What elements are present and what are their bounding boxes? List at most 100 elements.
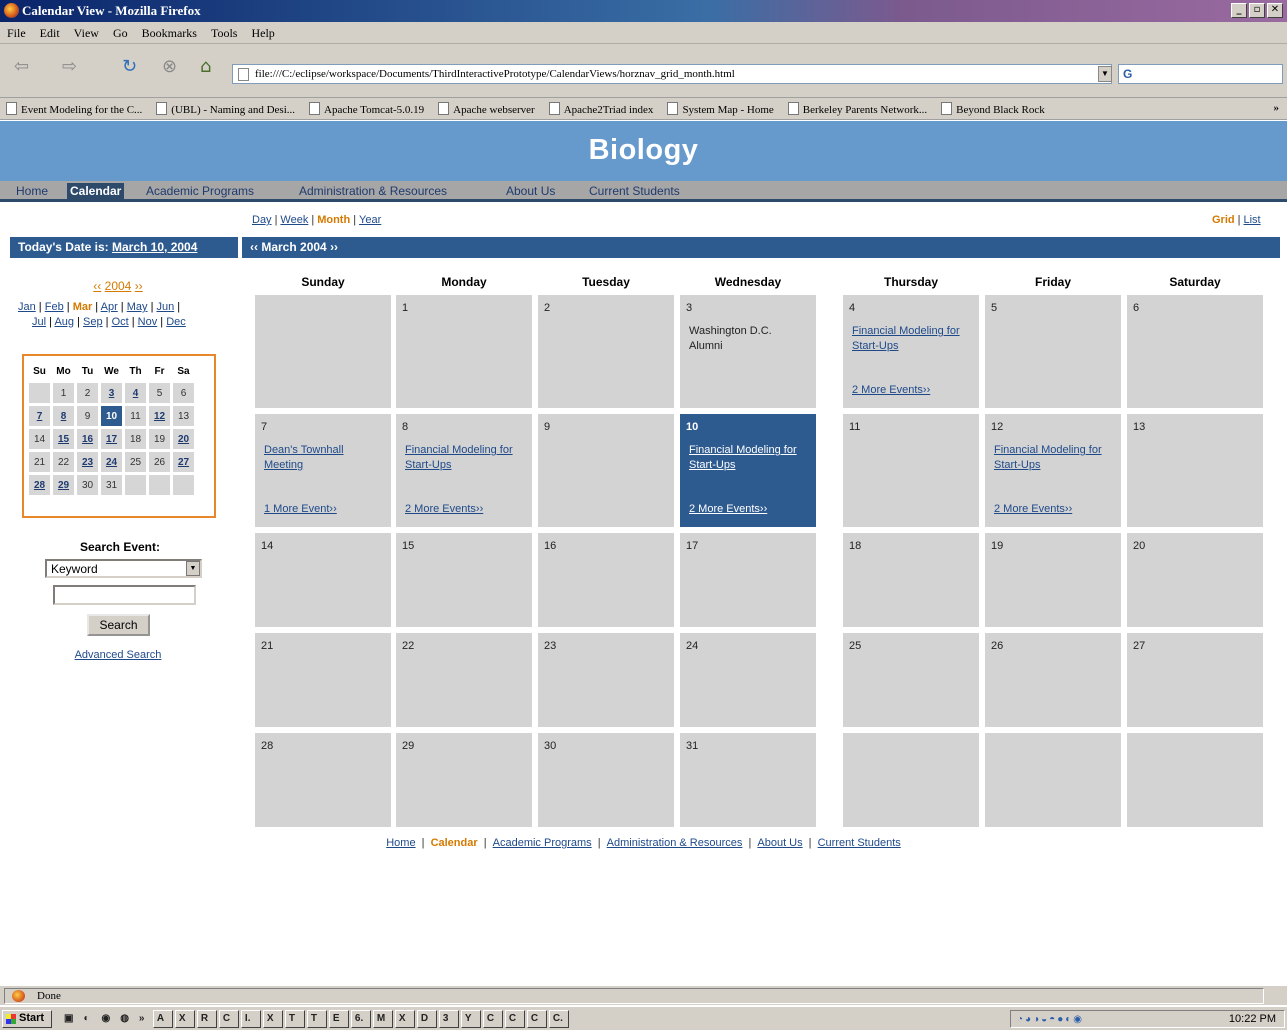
- menu-help[interactable]: Help: [244, 22, 281, 41]
- footer-link-current-students[interactable]: Current Students: [818, 837, 901, 849]
- mini-cal-day[interactable]: 13: [173, 406, 194, 426]
- taskbar-window-button[interactable]: Y: [460, 1010, 481, 1028]
- mini-cal-day-with-events[interactable]: 15: [53, 429, 74, 449]
- calendar-cell[interactable]: 26: [985, 633, 1121, 727]
- reload-icon[interactable]: ↻: [122, 56, 137, 77]
- calendar-cell[interactable]: 21: [255, 633, 391, 727]
- stop-icon[interactable]: ⊗: [162, 56, 177, 77]
- mini-cal-day[interactable]: 1: [53, 383, 74, 403]
- mini-cal-day[interactable]: 11: [125, 406, 146, 426]
- search-button[interactable]: Search: [87, 614, 150, 636]
- month-link[interactable]: Sep: [83, 316, 103, 328]
- calendar-cell[interactable]: 23: [538, 633, 674, 727]
- mini-cal-day-with-events[interactable]: 28: [29, 475, 50, 495]
- calendar-cell-today[interactable]: 10 Financial Modeling for Start-Ups 2 Mo…: [680, 414, 816, 527]
- calendar-cell[interactable]: 30: [538, 733, 674, 827]
- menu-view[interactable]: View: [67, 22, 106, 41]
- minimize-icon[interactable]: _: [1231, 3, 1247, 18]
- calendar-cell[interactable]: 17: [680, 533, 816, 627]
- view-month-link[interactable]: Month: [317, 214, 350, 226]
- view-week-link[interactable]: Week: [280, 214, 308, 226]
- list-view-link[interactable]: List: [1243, 214, 1260, 226]
- current-year[interactable]: 2004: [105, 279, 132, 293]
- taskbar-window-button[interactable]: C: [504, 1010, 525, 1028]
- bookmark-item[interactable]: Apache Tomcat-5.0.19: [303, 98, 432, 116]
- calendar-cell[interactable]: 5: [985, 295, 1121, 408]
- quicklaunch-more-icon[interactable]: »: [135, 1010, 151, 1028]
- prev-month-icon[interactable]: ‹‹: [250, 240, 258, 254]
- taskbar-window-button[interactable]: T: [284, 1010, 305, 1028]
- mini-cal-day[interactable]: 14: [29, 429, 50, 449]
- month-link[interactable]: Nov: [138, 316, 158, 328]
- advanced-search-link[interactable]: Advanced Search: [75, 649, 162, 661]
- forward-icon[interactable]: ⇨: [62, 56, 77, 77]
- menu-edit[interactable]: Edit: [33, 22, 67, 41]
- back-icon[interactable]: ⇦: [14, 56, 29, 77]
- web-search-input[interactable]: G: [1118, 64, 1283, 84]
- nav-current-students[interactable]: Current Students: [586, 183, 683, 199]
- month-link[interactable]: Jul: [32, 316, 46, 328]
- quicklaunch-ie-icon[interactable]: ◐: [79, 1010, 95, 1028]
- calendar-cell[interactable]: 25: [843, 633, 979, 727]
- taskbar-window-button[interactable]: X: [262, 1010, 283, 1028]
- mini-cal-day[interactable]: 5: [149, 383, 170, 403]
- mini-cal-day[interactable]: 19: [149, 429, 170, 449]
- mini-cal-day-with-events[interactable]: 23: [77, 452, 98, 472]
- footer-link-about-us[interactable]: About Us: [757, 837, 802, 849]
- taskbar-window-button[interactable]: C.: [548, 1010, 569, 1028]
- mini-cal-day-with-events[interactable]: 17: [101, 429, 122, 449]
- calendar-cell[interactable]: 28: [255, 733, 391, 827]
- quicklaunch-firefox-icon[interactable]: ◉: [97, 1010, 114, 1028]
- calendar-cell[interactable]: 1: [396, 295, 532, 408]
- calendar-cell[interactable]: 29: [396, 733, 532, 827]
- taskbar-window-button[interactable]: C: [526, 1010, 547, 1028]
- mini-cal-day-with-events[interactable]: 27: [173, 452, 194, 472]
- more-events-link[interactable]: 2 More Events››: [852, 384, 930, 396]
- month-link-selected[interactable]: Mar: [73, 301, 93, 313]
- home-icon[interactable]: ⌂: [200, 56, 211, 77]
- view-day-link[interactable]: Day: [252, 214, 272, 226]
- more-events-link[interactable]: 2 More Events››: [405, 503, 483, 515]
- nav-about-us[interactable]: About Us: [503, 183, 558, 199]
- mini-cal-day-with-events[interactable]: 24: [101, 452, 122, 472]
- month-link[interactable]: Jan: [18, 301, 36, 313]
- footer-link-home[interactable]: Home: [386, 837, 415, 849]
- mini-cal-day-with-events[interactable]: 20: [173, 429, 194, 449]
- maximize-icon[interactable]: ▫: [1249, 3, 1265, 18]
- more-events-link[interactable]: 1 More Event››: [264, 503, 337, 515]
- next-month-icon[interactable]: ››: [330, 240, 338, 254]
- month-link[interactable]: Aug: [54, 316, 74, 328]
- calendar-cell[interactable]: 11: [843, 414, 979, 527]
- mini-cal-day[interactable]: 2: [77, 383, 98, 403]
- calendar-cell[interactable]: 8 Financial Modeling for Start-Ups 2 Mor…: [396, 414, 532, 527]
- menu-go[interactable]: Go: [106, 22, 135, 41]
- taskbar-window-button[interactable]: R: [196, 1010, 217, 1028]
- taskbar-window-button[interactable]: T: [306, 1010, 327, 1028]
- footer-link-academic-programs[interactable]: Academic Programs: [493, 837, 592, 849]
- mini-cal-day[interactable]: 9: [77, 406, 98, 426]
- calendar-cell[interactable]: 20: [1127, 533, 1263, 627]
- search-input[interactable]: [53, 585, 196, 605]
- taskbar-window-button[interactable]: M: [372, 1010, 393, 1028]
- mini-cal-day[interactable]: 26: [149, 452, 170, 472]
- mini-cal-day-with-events[interactable]: 7: [29, 406, 50, 426]
- bookmark-item[interactable]: Apache webserver: [432, 98, 543, 116]
- mini-cal-day[interactable]: 25: [125, 452, 146, 472]
- mini-cal-day-with-events[interactable]: 3: [101, 383, 122, 403]
- event-link[interactable]: Financial Modeling for Start-Ups: [852, 324, 970, 354]
- calendar-cell[interactable]: 15: [396, 533, 532, 627]
- taskbar-window-button[interactable]: 6.: [350, 1010, 371, 1028]
- taskbar-window-button[interactable]: X: [174, 1010, 195, 1028]
- month-link[interactable]: Feb: [45, 301, 64, 313]
- month-link[interactable]: May: [127, 301, 148, 313]
- calendar-cell[interactable]: 31: [680, 733, 816, 827]
- todays-date-link[interactable]: March 10, 2004: [112, 240, 197, 254]
- mini-cal-day-with-events[interactable]: 4: [125, 383, 146, 403]
- prev-year-icon[interactable]: ‹‹: [93, 279, 101, 293]
- quicklaunch-media-icon[interactable]: ◍: [116, 1010, 133, 1028]
- start-button[interactable]: Start: [2, 1010, 52, 1028]
- taskbar-window-button[interactable]: C: [482, 1010, 503, 1028]
- close-icon[interactable]: ✕: [1267, 3, 1283, 18]
- url-input[interactable]: file:///C:/eclipse/workspace/Documents/T…: [232, 64, 1112, 84]
- chevron-down-icon[interactable]: ▼: [186, 561, 200, 576]
